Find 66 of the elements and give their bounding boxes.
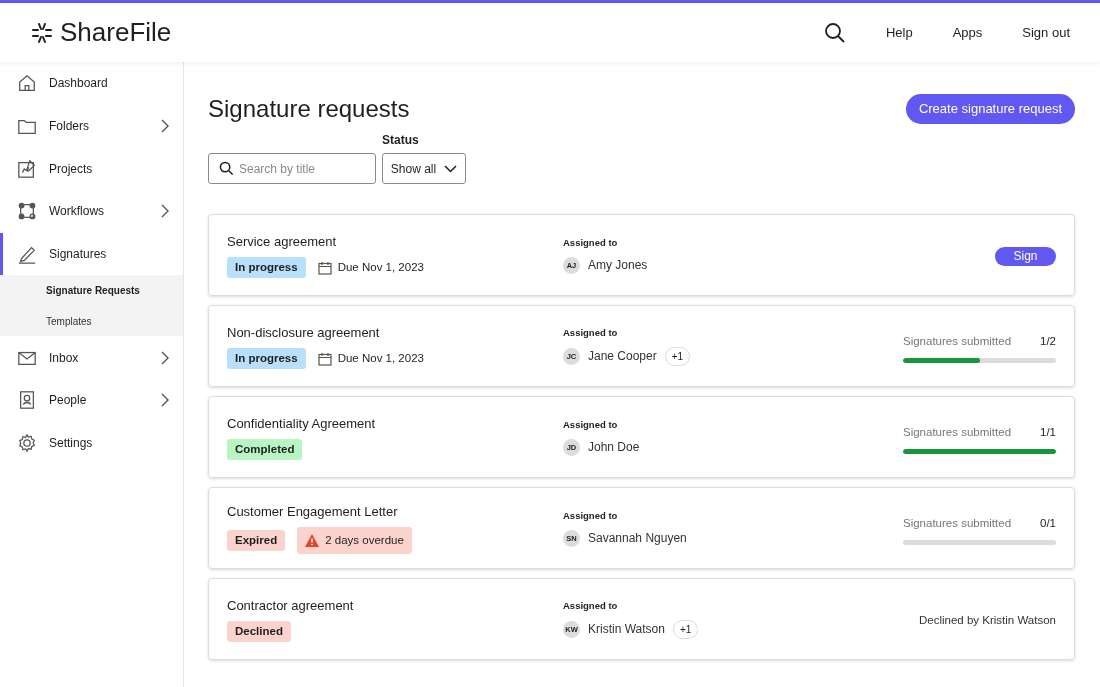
chevron-down-icon: [444, 164, 458, 173]
calendar-icon: [317, 351, 332, 366]
header-link[interactable]: Help: [885, 22, 913, 43]
request-title[interactable]: Non-disclosure agreement: [227, 322, 380, 343]
status-badge: Expired: [227, 530, 286, 552]
status-badge: In progress: [227, 348, 306, 370]
signatures-label: Signatures submitted: [903, 515, 1012, 531]
assignee-name: John Doe: [588, 439, 640, 457]
create-signature-request-button[interactable]: Create signature request: [905, 94, 1075, 124]
sidebar-item[interactable]: Folders: [0, 104, 183, 148]
signatures-label: Signatures submitted: [903, 424, 1012, 440]
status-label: Status: [382, 132, 420, 149]
signatures-label: Signatures submitted: [903, 333, 1012, 349]
sidebar-subitem[interactable]: Signature Requests: [0, 275, 183, 306]
assigned-label: Assigned to: [563, 508, 618, 523]
sign-button[interactable]: Sign: [995, 246, 1056, 266]
assignee-name: Jane Cooper: [588, 348, 657, 366]
due-date: Due Nov 1, 2023: [317, 348, 424, 370]
assigned-label: Assigned to: [563, 599, 618, 614]
calendar-icon: [317, 260, 332, 275]
logo-icon: [30, 20, 54, 45]
sidebar-item[interactable]: Inbox: [0, 336, 183, 380]
status-badge: Declined: [227, 621, 291, 643]
header-link[interactable]: Apps: [952, 22, 983, 43]
status-dropdown[interactable]: Show all: [382, 153, 466, 184]
assignee-name: Kristin Watson: [588, 621, 665, 639]
overdue-badge: 2 days overdue: [297, 527, 412, 555]
status-badge: Completed: [227, 439, 303, 461]
warning-icon: [305, 534, 320, 548]
search-icon[interactable]: [823, 21, 846, 44]
workflow-icon: [17, 201, 37, 222]
chevron-right-icon: [161, 119, 169, 134]
page-title: Signature requests: [208, 94, 410, 124]
assignee-name: Amy Jones: [588, 257, 648, 275]
assignee-name: Savannah Nguyen: [588, 530, 687, 548]
signature-count: 1/2: [1040, 333, 1056, 349]
assigned-label: Assigned to: [563, 417, 618, 432]
sidebar-item[interactable]: Workflows: [0, 190, 183, 233]
chevron-right-icon: [161, 350, 169, 365]
request-title[interactable]: Contractor agreement: [227, 595, 354, 616]
logo-text: ShareFile: [60, 16, 172, 49]
person-card-icon: [17, 390, 37, 411]
search-field[interactable]: Search by title: [208, 153, 376, 184]
chevron-right-icon: [161, 204, 169, 219]
request-title[interactable]: Customer Engagement Letter: [227, 501, 398, 522]
header-link[interactable]: Sign out: [1022, 22, 1070, 43]
assigned-label: Assigned to: [563, 235, 618, 250]
signature-count: 1/1: [1040, 424, 1056, 440]
settings-icon: [17, 433, 37, 454]
request-title[interactable]: Service agreement: [227, 231, 337, 252]
search-icon: [219, 161, 234, 176]
sidebar-item[interactable]: Projects: [0, 147, 183, 191]
sidebar-item[interactable]: People: [0, 379, 183, 422]
sidebar-subitem[interactable]: Templates: [0, 305, 183, 337]
request-title[interactable]: Confidentiality Agreement: [227, 413, 376, 434]
due-date: Due Nov 1, 2023: [317, 257, 424, 279]
home-icon: [17, 73, 37, 94]
sidebar-item[interactable]: Settings: [0, 421, 183, 465]
status-badge: In progress: [227, 257, 306, 279]
assigned-label: Assigned to: [563, 326, 618, 341]
pen-icon: [17, 244, 37, 265]
signature-count: 0/1: [1040, 515, 1056, 531]
chevron-right-icon: [161, 393, 169, 408]
sidebar-item[interactable]: Dashboard: [0, 62, 183, 105]
clipboard-icon: [17, 158, 37, 179]
declined-note: Declined by Kristin Watson: [919, 614, 1056, 626]
